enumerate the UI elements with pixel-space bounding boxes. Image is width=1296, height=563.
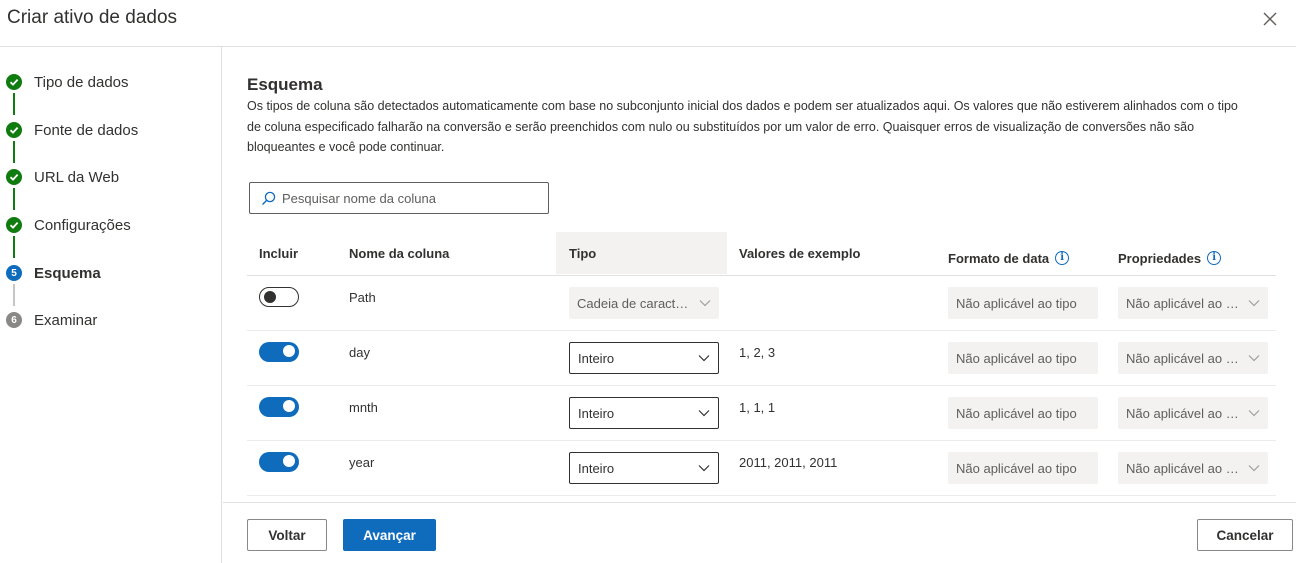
include-toggle[interactable] — [259, 342, 299, 362]
toggle-knob — [283, 455, 295, 467]
type-dropdown-value: Inteiro — [578, 350, 615, 366]
step-connector — [13, 93, 15, 115]
row-divider — [247, 495, 1276, 496]
type-dropdown-value: Cadeia de caracteres — [577, 295, 691, 311]
info-icon[interactable]: i — [1055, 251, 1070, 265]
step-label: Fonte de dados — [34, 121, 139, 139]
date-format-dropdown: Não aplicável ao tipo — [948, 287, 1098, 319]
properties-dropdown: Não aplicável ao tipo — [1118, 287, 1268, 319]
header-divider — [247, 275, 1276, 276]
chevron-down-icon — [1240, 409, 1268, 417]
header-type[interactable]: Tipo — [569, 244, 596, 262]
properties-dropdown: Não aplicável ao tipo — [1118, 342, 1268, 374]
footer-divider — [223, 502, 1296, 503]
step-tipo-de-dados[interactable]: Tipo de dados — [6, 71, 129, 93]
sample-values-cell: 2011, 2011, 2011 — [739, 455, 838, 470]
checkmark-icon — [6, 122, 22, 138]
type-dropdown-value: Inteiro — [578, 405, 615, 421]
checkmark-icon — [6, 74, 22, 90]
next-button[interactable]: Avançar — [343, 519, 436, 551]
row-divider — [247, 330, 1276, 331]
date-format-value: Não aplicável ao tipo — [956, 460, 1077, 476]
chevron-down-icon — [1240, 354, 1268, 362]
step-connector — [13, 141, 15, 163]
step-label: URL da Web — [34, 168, 120, 186]
column-name-cell: year — [349, 455, 375, 470]
step-label: Configurações — [34, 216, 131, 234]
sample-values-cell: 1, 2, 3 — [739, 345, 776, 360]
step-esquema[interactable]: 5 Esquema — [6, 262, 101, 284]
column-name-cell: Path — [349, 290, 376, 305]
chevron-down-icon — [690, 464, 718, 472]
type-dropdown-value: Inteiro — [578, 460, 615, 476]
toggle-knob — [264, 291, 276, 303]
toggle-knob — [283, 345, 295, 357]
back-button[interactable]: Voltar — [247, 519, 327, 551]
info-icon[interactable]: i — [1207, 251, 1222, 265]
dialog-header: Criar ativo de dados — [0, 0, 1296, 47]
close-icon[interactable] — [1261, 10, 1279, 28]
section-description: Os tipos de coluna são detectados automa… — [247, 99, 1238, 154]
date-format-value: Não aplicável ao tipo — [956, 295, 1077, 311]
type-dropdown[interactable]: Inteiro — [569, 397, 719, 429]
header-properties: Propriedades i — [1118, 249, 1222, 267]
include-toggle[interactable] — [259, 287, 299, 307]
checkmark-icon — [6, 169, 22, 185]
step-number-icon: 5 — [6, 265, 22, 281]
sample-values-cell: 1, 1, 1 — [739, 400, 776, 415]
header-include: Incluir — [259, 245, 299, 261]
row-divider — [247, 385, 1276, 386]
row-divider — [247, 440, 1276, 441]
header-date-format: Formato de data i — [948, 249, 1070, 267]
header-properties-label: Propriedades — [1118, 250, 1202, 266]
step-connector — [13, 188, 15, 210]
date-format-dropdown: Não aplicável ao tipo — [948, 452, 1098, 484]
date-format-value: Não aplicável ao tipo — [956, 405, 1077, 421]
cancel-button[interactable]: Cancelar — [1197, 519, 1293, 551]
step-label: Tipo de dados — [34, 73, 129, 91]
step-connector — [13, 236, 15, 258]
include-toggle[interactable] — [259, 452, 299, 472]
search-box[interactable] — [249, 182, 549, 214]
step-label: Examinar — [34, 311, 98, 329]
type-dropdown[interactable]: Inteiro — [569, 452, 719, 484]
step-label: Esquema — [34, 264, 101, 282]
header-column-name[interactable]: Nome da coluna — [349, 244, 449, 262]
dialog-title: Criar ativo de dados — [7, 7, 178, 28]
date-format-value: Não aplicável ao tipo — [956, 350, 1077, 366]
chevron-down-icon — [690, 409, 718, 417]
column-name-cell: day — [349, 345, 370, 360]
properties-dropdown: Não aplicável ao tipo — [1118, 452, 1268, 484]
step-examinar[interactable]: 6 Examinar — [6, 309, 97, 331]
date-format-dropdown: Não aplicável ao tipo — [948, 397, 1098, 429]
properties-dropdown: Não aplicável ao tipo — [1118, 397, 1268, 429]
wizard-steps: Tipo de dados Fonte de dados URL da Web … — [0, 47, 222, 563]
header-sample-values: Valores de exemplo — [739, 245, 861, 261]
step-url-da-web[interactable]: URL da Web — [6, 166, 119, 188]
type-dropdown[interactable]: Inteiro — [569, 342, 719, 374]
include-toggle[interactable] — [259, 397, 299, 417]
chevron-down-icon — [1240, 299, 1268, 307]
chevron-down-icon — [1240, 464, 1268, 472]
date-format-dropdown: Não aplicável ao tipo — [948, 342, 1098, 374]
chevron-down-icon — [690, 354, 718, 362]
toggle-knob — [283, 400, 295, 412]
column-name-cell: mnth — [349, 400, 378, 415]
properties-value: Não aplicável ao tipo — [1126, 460, 1240, 476]
properties-value: Não aplicável ao tipo — [1126, 350, 1240, 366]
chevron-down-icon — [691, 299, 719, 307]
type-dropdown: Cadeia de caracteres — [569, 287, 719, 319]
search-icon — [262, 191, 276, 205]
search-input[interactable] — [282, 190, 532, 206]
step-connector — [13, 284, 15, 306]
properties-value: Não aplicável ao tipo — [1126, 295, 1240, 311]
step-configuracoes[interactable]: Configurações — [6, 214, 131, 236]
properties-value: Não aplicável ao tipo — [1126, 405, 1240, 421]
checkmark-icon — [6, 217, 22, 233]
step-fonte-de-dados[interactable]: Fonte de dados — [6, 119, 138, 141]
schema-panel: Esquema Os tipos de coluna são detectado… — [223, 47, 1296, 502]
header-date-format-label: Formato de data — [948, 250, 1050, 266]
step-number-icon: 6 — [6, 312, 22, 328]
section-title: Esquema — [247, 75, 323, 94]
